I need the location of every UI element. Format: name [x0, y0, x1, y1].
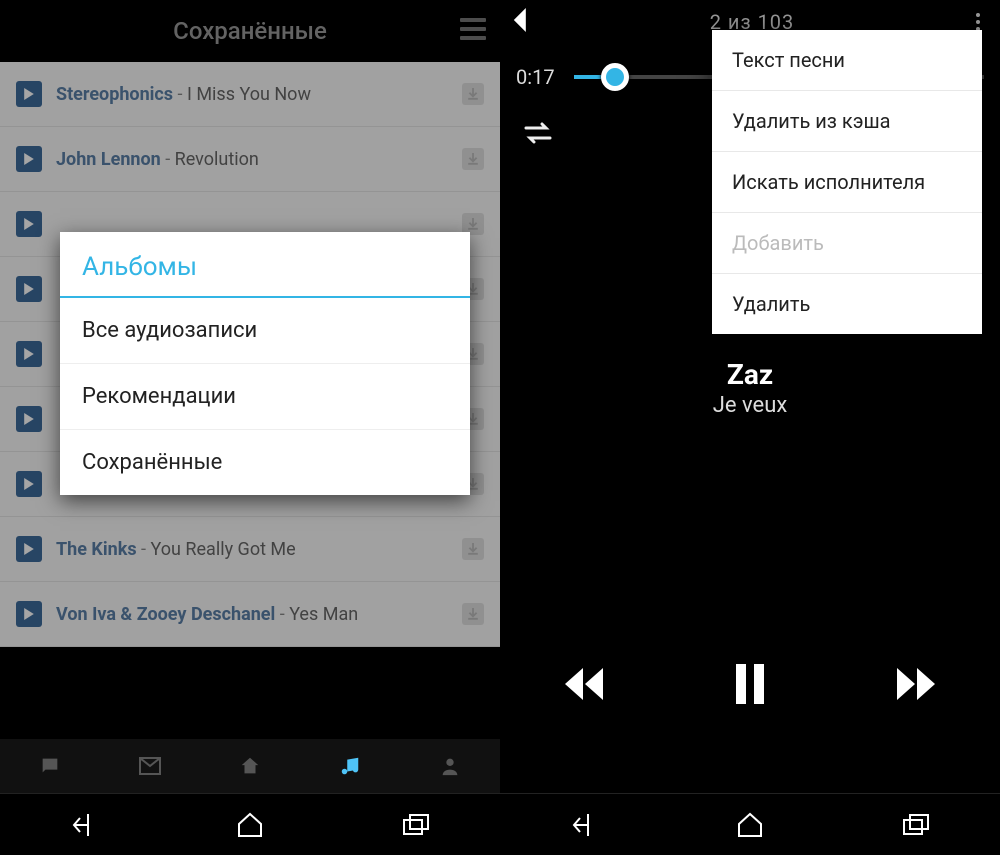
pause-icon[interactable]: [732, 662, 768, 710]
app-tabbar: [0, 739, 500, 793]
dialog-title: Альбомы: [60, 232, 470, 298]
menu-item-search-artist[interactable]: Искать исполнителя: [712, 152, 982, 213]
nav-home-icon[interactable]: [167, 794, 334, 855]
menu-item-delete[interactable]: Удалить: [712, 274, 982, 334]
track-row[interactable]: The Kinks - You Really Got Me: [0, 517, 500, 582]
dialog-item-all[interactable]: Все аудиозаписи: [60, 298, 470, 364]
screen-right: 2 из 103 0:17 Zaz Je veux: [500, 0, 1000, 855]
play-icon[interactable]: [16, 211, 42, 237]
track-text: Stereophonics - I Miss You Now: [56, 84, 462, 105]
player-controls: [500, 641, 1000, 731]
track-row[interactable]: Von Iva & Zooey Deschanel - Yes Man: [0, 582, 500, 647]
tab-profile-icon[interactable]: [400, 739, 500, 793]
tab-music-icon[interactable]: [300, 739, 400, 793]
left-content: Сохранённые Stereophonics - I Miss You N…: [0, 0, 500, 793]
tab-mail-icon[interactable]: [100, 739, 200, 793]
track-row[interactable]: Stereophonics - I Miss You Now: [0, 62, 500, 127]
screen-left: Сохранённые Stereophonics - I Miss You N…: [0, 0, 500, 855]
download-icon[interactable]: [462, 603, 484, 625]
context-menu: Текст песни Удалить из кэша Искать испол…: [712, 30, 982, 334]
seek-thumb[interactable]: [601, 63, 629, 91]
menu-item-delete-cache[interactable]: Удалить из кэша: [712, 91, 982, 152]
track-text: Von Iva & Zooey Deschanel - Yes Man: [56, 604, 462, 625]
nav-recents-icon[interactable]: [833, 794, 1000, 855]
play-icon[interactable]: [16, 341, 42, 367]
next-icon[interactable]: [893, 664, 937, 708]
overflow-icon[interactable]: [968, 13, 988, 31]
system-navbar: [0, 793, 500, 855]
track-text: John Lennon - Revolution: [56, 149, 462, 170]
dialog-item-saved[interactable]: Сохранённые: [60, 430, 470, 495]
app-header: Сохранённые: [0, 0, 500, 62]
download-icon[interactable]: [462, 148, 484, 170]
menu-item-lyrics[interactable]: Текст песни: [712, 30, 982, 91]
song-info: Zaz Je veux: [500, 358, 1000, 418]
menu-item-add: Добавить: [712, 213, 982, 274]
nav-recents-icon[interactable]: [333, 794, 500, 855]
dialog-item-recommendations[interactable]: Рекомендации: [60, 364, 470, 430]
header-title: Сохранённые: [173, 17, 327, 45]
download-icon[interactable]: [462, 83, 484, 105]
play-icon[interactable]: [16, 536, 42, 562]
play-icon[interactable]: [16, 601, 42, 627]
play-icon[interactable]: [16, 406, 42, 432]
track-text: The Kinks - You Really Got Me: [56, 539, 462, 560]
right-content: 2 из 103 0:17 Zaz Je veux: [500, 0, 1000, 793]
nav-home-icon[interactable]: [667, 794, 834, 855]
play-icon[interactable]: [16, 276, 42, 302]
song-artist: Zaz: [500, 358, 1000, 391]
download-icon[interactable]: [462, 538, 484, 560]
nav-back-icon[interactable]: [0, 794, 167, 855]
prev-icon[interactable]: [563, 664, 607, 708]
play-icon[interactable]: [16, 471, 42, 497]
nav-back-icon[interactable]: [500, 794, 667, 855]
albums-dialog: Альбомы Все аудиозаписи Рекомендации Сох…: [60, 232, 470, 495]
system-navbar: [500, 793, 1000, 855]
song-title: Je veux: [500, 393, 1000, 418]
play-icon[interactable]: [16, 146, 42, 172]
menu-icon[interactable]: [460, 18, 486, 40]
tab-chat-icon[interactable]: [0, 739, 100, 793]
elapsed-time: 0:17: [516, 65, 562, 89]
track-row[interactable]: John Lennon - Revolution: [0, 127, 500, 192]
tab-home-icon[interactable]: [200, 739, 300, 793]
back-icon[interactable]: [512, 8, 536, 36]
play-icon[interactable]: [16, 81, 42, 107]
